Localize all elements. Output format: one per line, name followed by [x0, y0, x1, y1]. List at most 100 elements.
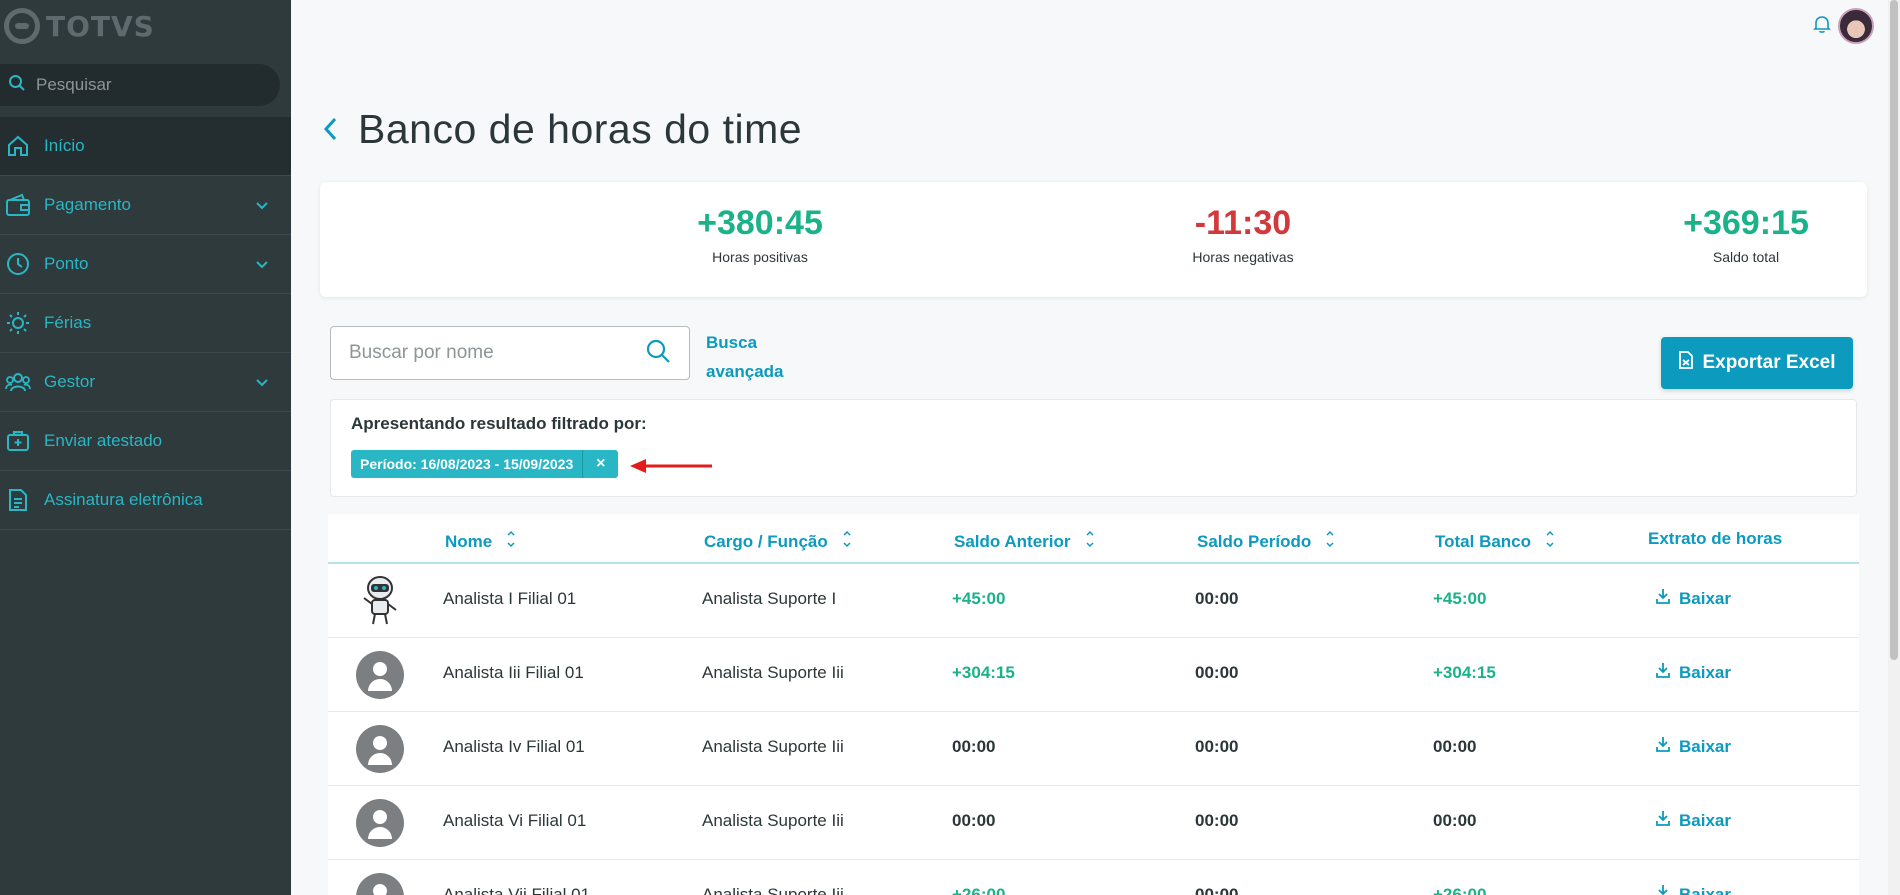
- column-header-saldo-periodo[interactable]: Saldo Período: [1197, 529, 1335, 554]
- column-header-label: Cargo / Função: [704, 531, 828, 551]
- download-icon: [1655, 736, 1671, 757]
- column-header-nome[interactable]: Nome: [445, 529, 516, 554]
- negative-hours-value: -11:30: [1194, 204, 1292, 242]
- column-header-label: Saldo Anterior: [954, 531, 1071, 551]
- sort-icon[interactable]: [842, 529, 852, 554]
- team-hours-table: Nome Cargo / Função Saldo Anterior Saldo…: [328, 514, 1859, 895]
- bell-icon[interactable]: [1812, 14, 1832, 39]
- column-header-saldo-anterior[interactable]: Saldo Anterior: [954, 529, 1095, 554]
- positive-hours-value: +380:45: [697, 204, 823, 242]
- row-total-banco: +26:00: [1433, 885, 1487, 895]
- sort-icon[interactable]: [506, 529, 516, 554]
- default-avatar-icon: [356, 873, 404, 895]
- close-icon[interactable]: ×: [582, 450, 618, 478]
- table-row: Analista I Filial 01 Analista Suporte I …: [328, 564, 1859, 638]
- row-total-banco: 00:00: [1433, 811, 1477, 830]
- sidebar-item-ponto[interactable]: Ponto: [0, 235, 291, 294]
- download-icon: [1655, 810, 1671, 831]
- row-saldo-periodo: 00:00: [1195, 663, 1239, 682]
- sort-icon[interactable]: [1085, 529, 1095, 554]
- sidebar-item-label: Assinatura eletrônica: [44, 490, 203, 509]
- download-icon: [1655, 662, 1671, 683]
- user-avatar[interactable]: [1838, 8, 1874, 44]
- sidebar-menu: Início Pagamento Ponto Férias Gestor Env…: [0, 117, 291, 530]
- column-header-extrato: Extrato de horas: [1648, 529, 1782, 549]
- summary-card: +380:45 Horas positivas -11:30 Horas neg…: [320, 182, 1867, 297]
- positive-hours-label: Horas positivas: [712, 249, 808, 265]
- row-role: Analista Suporte Iii: [702, 663, 844, 682]
- row-saldo-anterior: 00:00: [952, 737, 996, 756]
- robot-avatar: [358, 574, 402, 626]
- table-row: Analista Vi Filial 01 Analista Suporte I…: [328, 786, 1859, 860]
- advanced-search-link[interactable]: Busca avançada: [706, 328, 784, 386]
- sidebar-item-label: Pagamento: [44, 195, 131, 214]
- column-header-cargo[interactable]: Cargo / Função: [704, 529, 852, 554]
- sort-icon[interactable]: [1545, 529, 1555, 554]
- scrollbar-thumb[interactable]: [1890, 0, 1898, 660]
- advanced-search-line1: Busca: [706, 333, 758, 352]
- document-icon: [4, 486, 32, 514]
- chevron-down-icon[interactable]: [255, 198, 269, 216]
- download-link[interactable]: Baixar: [1655, 810, 1731, 831]
- row-name: Analista Vi Filial 01: [443, 811, 587, 830]
- row-name: Analista Vii Filial 01: [443, 885, 591, 895]
- download-link[interactable]: Baixar: [1655, 662, 1731, 683]
- name-search-input[interactable]: Buscar por nome: [330, 326, 690, 380]
- default-avatar-icon: [356, 725, 404, 773]
- download-icon: [1655, 588, 1671, 609]
- row-total-banco: +45:00: [1433, 589, 1487, 608]
- sidebar-item-ferias[interactable]: Férias: [0, 294, 291, 353]
- back-arrow-icon[interactable]: [322, 116, 338, 147]
- export-excel-button[interactable]: Exportar Excel: [1661, 337, 1853, 389]
- download-link[interactable]: Baixar: [1655, 588, 1731, 609]
- row-saldo-anterior: +304:15: [952, 663, 1015, 682]
- row-saldo-periodo: 00:00: [1195, 811, 1239, 830]
- chevron-down-icon[interactable]: [255, 375, 269, 393]
- search-icon[interactable]: [645, 338, 671, 369]
- column-header-label: Extrato de horas: [1648, 529, 1783, 548]
- filter-title: Apresentando resultado filtrado por:: [351, 414, 647, 433]
- excel-file-icon: [1678, 351, 1694, 375]
- download-icon: [1655, 884, 1671, 895]
- sidebar-item-assinatura-eletronica[interactable]: Assinatura eletrônica: [0, 471, 291, 530]
- sidebar-search-placeholder: Pesquisar: [36, 75, 112, 94]
- default-avatar-icon: [356, 651, 404, 699]
- period-filter-chip: Período: 16/08/2023 - 15/09/2023 ×: [351, 450, 619, 478]
- sidebar-item-gestor[interactable]: Gestor: [0, 353, 291, 412]
- negative-hours-label: Horas negativas: [1192, 249, 1294, 265]
- sidebar-item-enviar-atestado[interactable]: Enviar atestado: [0, 412, 291, 471]
- red-arrow-annotation-icon: [628, 455, 714, 482]
- page-title: Banco de horas do time: [358, 106, 803, 152]
- row-role: Analista Suporte Iii: [702, 885, 844, 895]
- row-name: Analista Iv Filial 01: [443, 737, 585, 756]
- total-balance-value: +369:15: [1683, 204, 1809, 242]
- row-total-banco: 00:00: [1433, 737, 1477, 756]
- download-link[interactable]: Baixar: [1655, 736, 1731, 757]
- totvs-logo[interactable]: TOTVS: [4, 8, 155, 44]
- export-excel-label: Exportar Excel: [1702, 352, 1836, 373]
- table-row: Analista Vii Filial 01 Analista Suporte …: [328, 860, 1859, 895]
- chevron-down-icon[interactable]: [255, 257, 269, 275]
- medical-case-icon: [4, 427, 32, 455]
- sidebar-item-inicio[interactable]: Início: [0, 117, 291, 176]
- summary-negative: -11:30 Horas negativas: [1093, 204, 1393, 265]
- row-saldo-anterior: +45:00: [952, 589, 1006, 608]
- sidebar-item-label: Enviar atestado: [44, 431, 163, 450]
- totvs-logo-mark: [4, 8, 40, 44]
- home-icon: [4, 132, 32, 160]
- clock-icon: [4, 250, 32, 278]
- row-saldo-anterior: 00:00: [952, 811, 996, 830]
- row-name: Analista Iii Filial 01: [443, 663, 584, 682]
- sidebar-item-pagamento[interactable]: Pagamento: [0, 176, 291, 235]
- row-total-banco: +304:15: [1433, 663, 1496, 682]
- sidebar-search-input[interactable]: Pesquisar: [0, 64, 280, 106]
- total-balance-label: Saldo total: [1712, 249, 1780, 265]
- column-header-total-banco[interactable]: Total Banco: [1435, 529, 1555, 554]
- table-row: Analista Iv Filial 01 Analista Suporte I…: [328, 712, 1859, 786]
- download-link[interactable]: Baixar: [1655, 884, 1731, 895]
- summary-total: +369:15 Saldo total: [1596, 204, 1896, 265]
- sort-icon[interactable]: [1325, 529, 1335, 554]
- column-header-label: Saldo Período: [1197, 531, 1312, 551]
- sidebar-item-label: Início: [44, 136, 85, 155]
- download-label: Baixar: [1679, 884, 1731, 895]
